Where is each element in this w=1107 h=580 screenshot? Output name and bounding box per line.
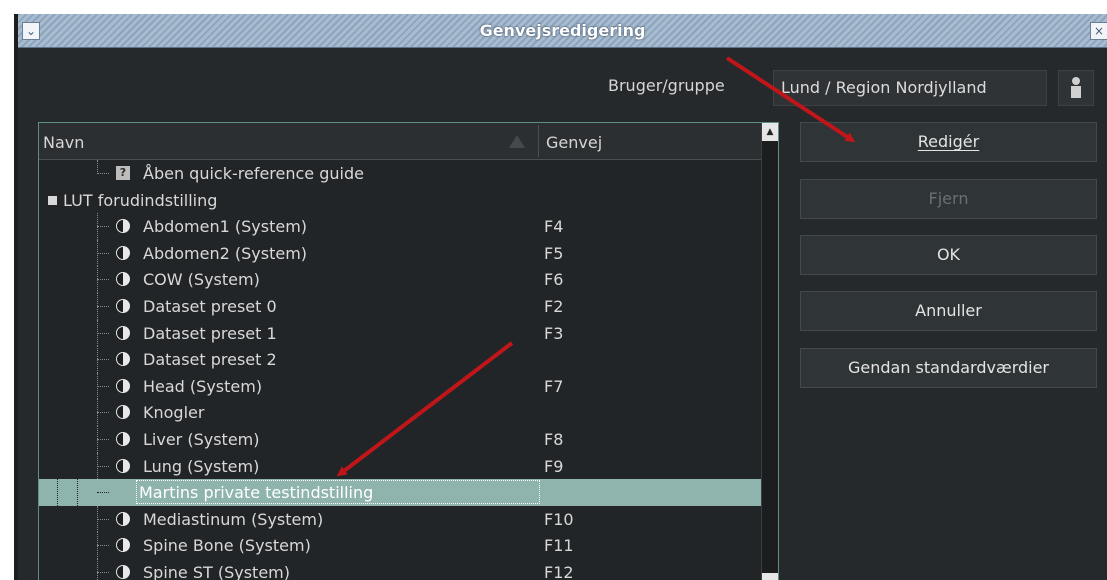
remove-button[interactable]: Fjern (800, 179, 1097, 219)
restore-defaults-button[interactable]: Gendan standardværdier (800, 348, 1097, 388)
lut-preset-icon (116, 378, 130, 393)
tree-row[interactable]: Dataset preset 0 F2 (39, 292, 761, 320)
window-title: Genvejsredigering (479, 21, 646, 40)
tree-row[interactable]: Knogler (39, 399, 761, 426)
shortcut-tree[interactable]: Navn Genvej ▲ ? Åben quick-reference gui… (38, 122, 779, 580)
tree-row-label: Dataset preset 1 (143, 323, 277, 343)
tree-row-label: Abdomen1 (System) (143, 217, 308, 237)
lut-preset-icon (116, 272, 130, 287)
tree-row-label: Spine ST (System) (143, 562, 290, 580)
lut-preset-icon (116, 405, 130, 420)
tree-row-label: Dataset preset 2 (143, 350, 277, 370)
tree-row-shortcut: F2 (544, 296, 564, 316)
tree-row-shortcut: F5 (544, 243, 564, 263)
scroll-up-icon[interactable]: ▲ (762, 123, 778, 141)
sort-icon[interactable] (509, 135, 525, 148)
tree-row-selected[interactable]: Martins private testindstilling (39, 479, 761, 507)
edit-button[interactable]: Redigér (800, 122, 1097, 162)
scroll-down-button[interactable] (762, 573, 778, 580)
lut-preset-icon (116, 219, 130, 234)
lut-preset-icon (116, 564, 130, 579)
tree-row[interactable]: Dataset preset 2 (39, 346, 761, 373)
tree-rows: ? Åben quick-reference guide LUT forudin… (39, 160, 761, 580)
column-separator[interactable] (538, 125, 539, 157)
lut-preset-icon (116, 511, 130, 526)
lut-preset-icon (116, 325, 130, 340)
tree-row[interactable]: Abdomen2 (System) F5 (39, 239, 761, 267)
tree-row-shortcut: F3 (544, 323, 564, 343)
tree-row[interactable]: Spine ST (System) F12 (39, 558, 761, 580)
tree-group-label: LUT forudindstilling (63, 190, 218, 210)
tree-row[interactable]: Head (System) F7 (39, 372, 761, 400)
tree-row-shortcut: F4 (544, 217, 564, 237)
tree-row-shortcut: F8 (544, 429, 564, 449)
lut-preset-icon (116, 298, 130, 313)
tree-row-shortcut: F10 (544, 509, 574, 529)
lut-preset-icon (116, 431, 130, 446)
tree-group-row[interactable]: LUT forudindstilling (39, 187, 761, 214)
user-group-label: Bruger/gruppe (608, 76, 725, 95)
tree-row[interactable]: Spine Bone (System) F11 (39, 532, 761, 559)
tree-row[interactable]: Dataset preset 1 F3 (39, 319, 761, 347)
tree-row-shortcut: F6 (544, 270, 564, 290)
lut-preset-icon (116, 538, 130, 553)
expand-icon[interactable] (48, 195, 57, 205)
tree-row-shortcut: F12 (544, 562, 574, 580)
lut-preset-icon (116, 245, 130, 260)
title-bar[interactable]: ⌄ Genvejsredigering × (18, 14, 1107, 48)
tree-row-label: Abdomen2 (System) (143, 243, 308, 263)
edit-button-label: Redigér (917, 132, 980, 151)
user-select-button[interactable] (1058, 70, 1094, 106)
help-icon: ? (116, 166, 130, 180)
column-header-shortcut[interactable]: Genvej (546, 123, 602, 159)
tree-row-shortcut: F7 (544, 376, 564, 396)
tree-scrollbar[interactable]: ▲ (761, 123, 778, 580)
tree-row-label: Liver (System) (143, 429, 260, 449)
tree-row-label: Spine Bone (System) (143, 536, 311, 556)
lut-preset-icon (116, 458, 130, 473)
ok-button-label: OK (936, 245, 961, 264)
tree-row-label: Knogler (143, 403, 205, 423)
tree-row[interactable]: COW (System) F6 (39, 266, 761, 293)
user-group-field[interactable]: Lund / Region Nordjylland (773, 70, 1047, 106)
tree-row[interactable]: ? Åben quick-reference guide (39, 160, 761, 187)
cancel-button[interactable]: Annuller (800, 291, 1097, 331)
tree-row-label: Åben quick-reference guide (143, 164, 364, 183)
lut-preset-icon (116, 352, 130, 367)
tree-row-label: Martins private testindstilling (139, 483, 374, 503)
tree-header: Navn Genvej (39, 123, 761, 160)
tree-row[interactable]: Liver (System) F8 (39, 425, 761, 453)
column-header-name[interactable]: Navn (43, 123, 84, 159)
tree-row-label: COW (System) (143, 270, 260, 290)
background-app (0, 0, 1107, 14)
cancel-button-label: Annuller (915, 301, 982, 320)
shortcut-editor-dialog: ⌄ Genvejsredigering × Bruger/gruppe Lund… (18, 14, 1107, 580)
restore-defaults-button-label: Gendan standardværdier (847, 358, 1050, 377)
tree-row-label: Lung (System) (143, 456, 260, 476)
close-icon[interactable]: × (1090, 22, 1107, 40)
tree-row-shortcut: F9 (544, 456, 564, 476)
user-icon (1071, 77, 1081, 98)
tree-row-label: Dataset preset 0 (143, 296, 277, 316)
tree-row-shortcut: F11 (544, 536, 574, 556)
tree-row-label: Mediastinum (System) (143, 509, 324, 529)
tree-row[interactable]: Mediastinum (System) F10 (39, 505, 761, 533)
tree-row-label: Head (System) (143, 376, 263, 396)
tree-row[interactable]: Abdomen1 (System) F4 (39, 213, 761, 240)
tree-row[interactable]: Lung (System) F9 (39, 452, 761, 480)
ok-button[interactable]: OK (800, 235, 1097, 275)
remove-button-label: Fjern (928, 189, 969, 208)
